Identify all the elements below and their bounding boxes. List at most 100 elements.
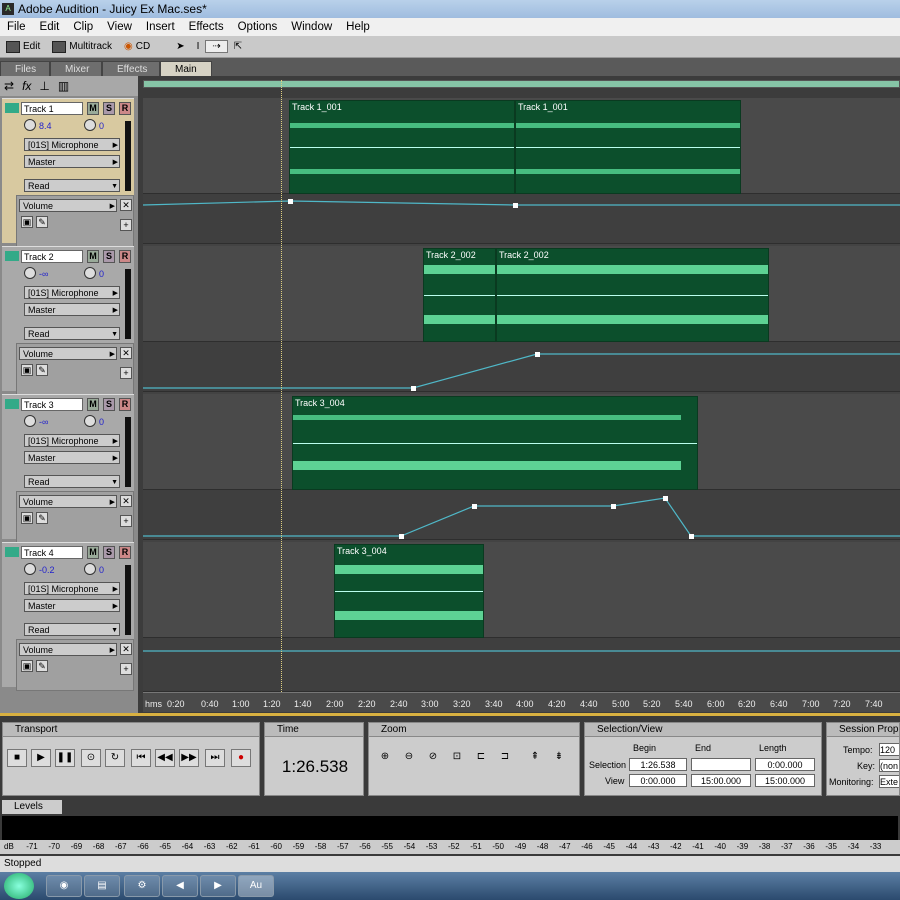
automation-parameter-select[interactable]: Volume ▶: [19, 495, 117, 508]
volume-value[interactable]: -0.2: [39, 565, 55, 575]
track-header-3[interactable]: Track 3 M S R -∞ 0 [01S] Microphone ▶ Mas…: [2, 394, 134, 543]
zoom-tab[interactable]: Zoom: [369, 723, 579, 737]
media-player-taskbar-button[interactable]: ▶: [200, 875, 236, 897]
output-select[interactable]: Master ▶: [24, 155, 120, 168]
volume-knob[interactable]: [24, 415, 36, 427]
automation-mode-select[interactable]: Read ▼: [24, 623, 120, 636]
pause-button[interactable]: ❚❚: [55, 749, 75, 767]
pan-knob[interactable]: [84, 415, 96, 427]
pan-value[interactable]: 0: [99, 417, 104, 427]
selection-length-field[interactable]: 0:00.000: [755, 758, 815, 771]
sound-taskbar-button[interactable]: ◀: [162, 875, 198, 897]
close-lane-icon[interactable]: ✕: [120, 347, 132, 359]
automation-parameter-select[interactable]: Volume ▶: [19, 347, 117, 360]
record-arm-button[interactable]: R: [119, 546, 131, 559]
time-selection-tool-button[interactable]: I: [191, 41, 206, 52]
tab-main[interactable]: Main: [160, 61, 212, 76]
mute-button[interactable]: M: [87, 102, 99, 115]
start-button[interactable]: [4, 873, 34, 899]
solo-button[interactable]: S: [103, 250, 115, 263]
volume-value[interactable]: -∞: [39, 269, 48, 279]
input-select[interactable]: [01S] Microphone ▶: [24, 138, 120, 151]
playhead-cursor[interactable]: [281, 80, 282, 716]
session-properties-tab[interactable]: Session Proper: [827, 723, 899, 737]
track-name-field[interactable]: Track 2: [21, 250, 83, 263]
menu-effects[interactable]: Effects: [182, 21, 231, 33]
solo-button[interactable]: S: [103, 546, 115, 559]
pan-value[interactable]: 0: [99, 269, 104, 279]
rewind-button[interactable]: ◀◀: [155, 749, 175, 767]
add-lane-icon[interactable]: +: [120, 663, 132, 675]
track-header-2[interactable]: Track 2 M S R -∞ 0 [01S] Microphone ▶ Mas…: [2, 246, 134, 395]
zoom-in-amplitude-button[interactable]: ⊕: [375, 749, 395, 767]
solo-button[interactable]: S: [103, 102, 115, 115]
menu-view[interactable]: View: [100, 21, 139, 33]
loop-button[interactable]: ↻: [105, 749, 125, 767]
record-arm-button[interactable]: R: [119, 398, 131, 411]
volume-knob[interactable]: [24, 267, 36, 279]
record-arm-button[interactable]: R: [119, 250, 131, 263]
steam-taskbar-button[interactable]: ⚙: [124, 875, 160, 897]
marquee-tool-button[interactable]: ⇱: [228, 41, 248, 52]
volume-value[interactable]: -∞: [39, 417, 48, 427]
play-button[interactable]: ▶: [31, 749, 51, 767]
io-toggle-icon[interactable]: ⇄: [4, 79, 14, 93]
go-to-end-button[interactable]: ⏭: [205, 749, 225, 767]
cd-view-button[interactable]: ◉ CD: [118, 41, 156, 52]
pencil-icon[interactable]: ✎: [36, 512, 48, 524]
mute-button[interactable]: M: [87, 250, 99, 263]
pan-value[interactable]: 0: [99, 121, 104, 131]
explorer-taskbar-button[interactable]: ▤: [84, 875, 120, 897]
edit-view-button[interactable]: Edit: [0, 40, 46, 53]
record-button[interactable]: ●: [231, 749, 251, 767]
tab-files[interactable]: Files: [0, 61, 50, 76]
fast-forward-button[interactable]: ▶▶: [179, 749, 199, 767]
transport-tab[interactable]: Transport: [3, 723, 259, 737]
zoom-left-edge-button[interactable]: ⊏: [471, 749, 491, 767]
zoom-selection-button[interactable]: ⊡: [447, 749, 467, 767]
mute-button[interactable]: M: [87, 546, 99, 559]
hybrid-tool-button[interactable]: ⇢: [205, 40, 228, 53]
levels-tab[interactable]: Levels: [2, 800, 62, 814]
multitrack-view-button[interactable]: Multitrack: [46, 40, 118, 53]
volume-knob[interactable]: [24, 119, 36, 131]
mute-button[interactable]: M: [87, 398, 99, 411]
close-lane-icon[interactable]: ✕: [120, 199, 132, 211]
key-select[interactable]: (non: [879, 759, 899, 772]
tab-effects[interactable]: Effects: [102, 61, 160, 76]
menu-file[interactable]: File: [0, 21, 33, 33]
view-length-field[interactable]: 15:00.000: [755, 774, 815, 787]
meter-icon[interactable]: ▥: [58, 79, 69, 93]
zoom-out-amplitude-button[interactable]: ⊖: [399, 749, 419, 767]
volume-value[interactable]: 8.4: [39, 121, 52, 131]
close-lane-icon[interactable]: ✕: [120, 495, 132, 507]
add-lane-icon[interactable]: +: [120, 367, 132, 379]
selection-view-tab[interactable]: Selection/View: [585, 723, 821, 737]
move-tool-button[interactable]: ➤: [170, 41, 190, 52]
audition-taskbar-button[interactable]: Au: [238, 875, 274, 897]
chrome-taskbar-button[interactable]: ◉: [46, 875, 82, 897]
input-select[interactable]: [01S] Microphone ▶: [24, 582, 120, 595]
solo-button[interactable]: S: [103, 398, 115, 411]
time-tab[interactable]: Time: [265, 723, 363, 737]
pencil-icon[interactable]: ✎: [36, 216, 48, 228]
track-name-field[interactable]: Track 3: [21, 398, 83, 411]
eq-icon[interactable]: ⊥: [39, 79, 49, 93]
selection-begin-field[interactable]: 1:26.538: [629, 758, 687, 771]
track-header-4[interactable]: Track 4 M S R -0.2 0 [01S] Microphone ▶ M…: [2, 542, 134, 691]
zoom-in-vertical-button[interactable]: ⇞: [525, 749, 545, 767]
lock-icon[interactable]: ▣: [21, 364, 33, 376]
multitrack-editor[interactable]: Track 1_001 Track 1_001 Track 2_002 Trac…: [143, 98, 900, 692]
close-lane-icon[interactable]: ✕: [120, 643, 132, 655]
add-lane-icon[interactable]: +: [120, 219, 132, 231]
menu-insert[interactable]: Insert: [139, 21, 182, 33]
record-arm-button[interactable]: R: [119, 102, 131, 115]
tempo-field[interactable]: 120: [879, 743, 899, 756]
volume-knob[interactable]: [24, 563, 36, 575]
view-begin-field[interactable]: 0:00.000: [629, 774, 687, 787]
input-select[interactable]: [01S] Microphone ▶: [24, 434, 120, 447]
automation-parameter-select[interactable]: Volume ▶: [19, 199, 117, 212]
automation-mode-select[interactable]: Read ▼: [24, 327, 120, 340]
menu-options[interactable]: Options: [231, 21, 285, 33]
add-lane-icon[interactable]: +: [120, 515, 132, 527]
